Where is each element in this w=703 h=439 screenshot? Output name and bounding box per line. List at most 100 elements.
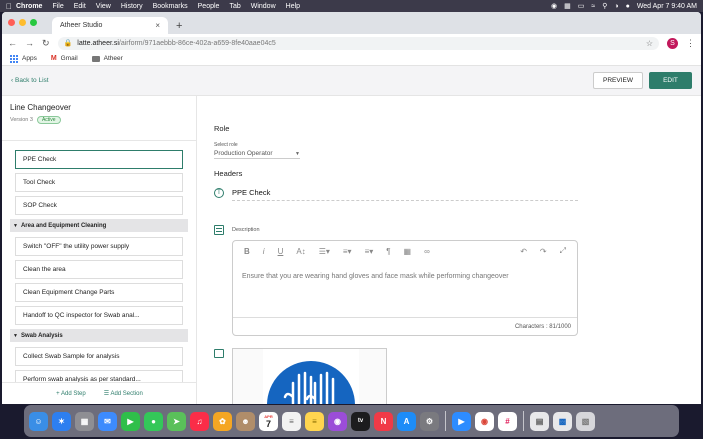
back-arrow-icon[interactable]: ← [8, 38, 17, 48]
apple-menu-icon[interactable]:  [6, 2, 16, 11]
align-icon[interactable]: ≡▾ [365, 247, 374, 256]
contacts-icon[interactable]: ☻ [236, 411, 255, 431]
edit-button[interactable]: EDIT [649, 72, 692, 89]
step-ppe-check[interactable]: PPE Check [15, 150, 183, 169]
profile-avatar[interactable]: S [667, 37, 678, 49]
podcasts-icon[interactable]: ◉ [328, 411, 347, 431]
step-handoff-qc[interactable]: Handoff to QC inspector for Swab anal... [15, 306, 183, 325]
back-to-list-link[interactable]: ‹ Back to List [11, 77, 49, 84]
image-preview[interactable] [232, 348, 387, 404]
step-collect-swab[interactable]: Collect Swab Sample for analysis [15, 347, 183, 366]
link-icon[interactable]: ∞ [424, 247, 430, 256]
undo-icon[interactable]: ↶ [520, 247, 527, 256]
menu-tab[interactable]: Tab [229, 3, 240, 10]
ordered-list-icon[interactable]: ☰▾ [319, 247, 330, 256]
preview-icon[interactable]: ▤ [530, 411, 549, 431]
siri-icon[interactable]: ● [626, 3, 630, 10]
apple-tv-icon[interactable]: tv [351, 411, 370, 431]
browser-tab[interactable]: Atheer Studio × [52, 17, 168, 34]
minimize-window-button[interactable] [19, 19, 26, 26]
presentation-icon[interactable]: ▩ [553, 411, 572, 431]
battery-icon[interactable]: ▭ [578, 2, 585, 10]
facetime-icon[interactable]: ▶ [121, 411, 140, 431]
news-icon[interactable]: N [374, 411, 393, 431]
tab-close-icon[interactable]: × [155, 21, 160, 30]
step-clean-change-parts[interactable]: Clean Equipment Change Parts [15, 283, 183, 302]
launchpad-icon[interactable]: ▦ [75, 411, 94, 431]
mail-icon[interactable]: ✉ [98, 411, 117, 431]
preview-button[interactable]: PREVIEW [593, 72, 643, 89]
redo-icon[interactable]: ↷ [540, 247, 547, 256]
role-select[interactable]: Production Operator ▼ [214, 149, 300, 159]
menu-history[interactable]: History [121, 3, 143, 10]
section-swab-analysis[interactable]: ▼ Swab Analysis [10, 329, 188, 342]
menu-file[interactable]: File [52, 3, 63, 10]
table-icon[interactable]: ▦ [404, 247, 412, 256]
app-store-icon[interactable]: A [397, 411, 416, 431]
control-center-icon[interactable]: ◑ [614, 3, 618, 10]
menu-help[interactable]: Help [286, 3, 300, 10]
dropdown-arrow-icon[interactable]: ▼ [295, 151, 300, 157]
step-clean-area[interactable]: Clean the area [15, 260, 183, 279]
section-area-equipment-cleaning[interactable]: ▼ Area and Equipment Cleaning [10, 219, 188, 232]
zoom-window-button[interactable] [30, 19, 37, 26]
step-editor: Role Select role Production Operator ▼ H… [198, 96, 701, 404]
music-icon[interactable]: ♫ [190, 411, 209, 431]
collapse-caret-icon[interactable]: ▼ [13, 333, 18, 339]
description-text[interactable]: Ensure that you are wearing hand gloves … [233, 261, 577, 283]
photos-icon[interactable]: ✿ [213, 411, 232, 431]
font-size-icon[interactable]: A↕ [296, 247, 305, 256]
add-step-button[interactable]: + Add Step [56, 391, 86, 397]
safari-icon[interactable]: ✶ [52, 411, 71, 431]
add-section-button[interactable]: ☰ Add Section [104, 390, 143, 397]
bullet-list-icon[interactable]: ≡▾ [343, 247, 352, 256]
menu-window[interactable]: Window [251, 3, 276, 10]
maps-icon[interactable]: ➤ [167, 411, 186, 431]
bookmark-atheer[interactable]: Atheer [91, 55, 123, 62]
paragraph-icon[interactable]: ¶ [386, 247, 390, 256]
menu-people[interactable]: People [198, 3, 220, 10]
reminders-icon[interactable]: ≡ [282, 411, 301, 431]
calendar-day: 7 [265, 418, 271, 429]
bold-icon[interactable]: B [244, 247, 250, 256]
messages-icon[interactable]: ● [144, 411, 163, 431]
italic-icon[interactable]: i [263, 247, 265, 256]
step-tool-check[interactable]: Tool Check [15, 173, 183, 192]
bookmark-apps[interactable]: Apps [10, 54, 37, 63]
collapse-caret-icon[interactable]: ▼ [13, 223, 18, 229]
image-icon [214, 349, 224, 358]
step-switch-off-power[interactable]: Switch "OFF" the utility power supply [15, 237, 183, 256]
browser-toolbar: ← → ↻ 🔒 latte.atheer.si /airform/971aebb… [2, 34, 701, 52]
slack-icon[interactable]: # [498, 411, 517, 431]
forward-arrow-icon[interactable]: → [25, 38, 34, 48]
chrome-icon[interactable]: ◉ [475, 411, 494, 431]
finder-icon[interactable]: ☺ [29, 411, 48, 431]
more-menu-icon[interactable]: ⋮ [686, 38, 695, 49]
fullscreen-icon[interactable]: ⤢ [560, 246, 566, 256]
bookmark-star-icon[interactable]: ☆ [646, 39, 653, 48]
close-window-button[interactable] [8, 19, 15, 26]
new-tab-icon[interactable]: + [176, 20, 182, 32]
lock-icon[interactable]: 🔒 [64, 39, 73, 47]
trash-icon[interactable]: ▧ [576, 411, 595, 431]
underline-icon[interactable]: U [278, 247, 284, 256]
reload-icon[interactable]: ↻ [42, 38, 50, 49]
status-app-icon[interactable]: ◉ [551, 2, 557, 10]
menu-view[interactable]: View [96, 3, 111, 10]
bookmark-gmail[interactable]: M Gmail [51, 55, 78, 62]
step-sop-check[interactable]: SOP Check [15, 196, 183, 215]
wifi-icon[interactable]: ≈ [591, 3, 595, 10]
search-icon[interactable]: ⚲ [602, 2, 607, 10]
clock-text[interactable]: Wed Apr 7 9:40 AM [637, 3, 697, 10]
system-preferences-icon[interactable]: ⚙ [420, 411, 439, 431]
calendar-icon[interactable]: APR 7 [259, 411, 278, 431]
address-bar[interactable]: 🔒 latte.atheer.si /airform/971aebbb-86ce… [57, 36, 659, 50]
menu-edit[interactable]: Edit [74, 3, 86, 10]
menu-bookmarks[interactable]: Bookmarks [153, 3, 188, 10]
notes-icon[interactable]: ≡ [305, 411, 324, 431]
status-grid-icon[interactable]: ▦ [564, 2, 571, 10]
menu-chrome[interactable]: Chrome [16, 3, 42, 10]
zoom-icon[interactable]: ▶ [452, 411, 471, 431]
header-input[interactable]: PPE Check [232, 188, 578, 201]
editor-toolbar: B i U A↕ ☰▾ ≡▾ ≡▾ ¶ ▦ ∞ ↶ ↷ ⤢ [233, 241, 577, 261]
